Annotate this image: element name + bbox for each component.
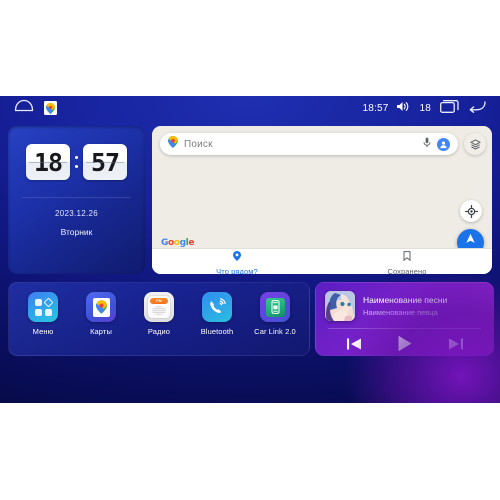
app-radio-label: Радио [147, 327, 171, 336]
navigation-arrow-icon [465, 231, 476, 249]
bluetooth-phone-icon [202, 292, 232, 322]
app-dock-row: Меню Карты FM Радио Bluetooth Car Link 2… [9, 283, 309, 355]
tab-nearby[interactable]: Что рядом? [152, 249, 322, 274]
next-track-button[interactable] [448, 337, 464, 351]
map-bottom-tabs: Что рядом? Сохранено [152, 248, 492, 274]
tab-nearby-label: Что рядом? [216, 266, 258, 275]
app-car-link[interactable]: Car Link 2.0 [248, 292, 302, 336]
previous-track-button[interactable] [346, 337, 362, 351]
music-player-widget[interactable]: Наименование песни Наименование певца [315, 282, 494, 356]
play-button[interactable] [397, 335, 413, 352]
bookmark-icon [403, 248, 411, 266]
map-pin-icon [168, 135, 178, 153]
status-time: 18:57 [362, 102, 389, 114]
home-icon[interactable] [14, 99, 34, 117]
recent-apps-icon[interactable] [440, 100, 459, 116]
app-dock-widget: Меню Карты FM Радио Bluetooth Car Link 2… [8, 282, 310, 356]
maps-widget[interactable]: Поиск Google Что рядом? Сохранено [152, 126, 492, 274]
location-pin-icon [233, 248, 241, 266]
tab-saved[interactable]: Сохранено [322, 249, 492, 274]
map-layers-button[interactable] [464, 133, 486, 155]
song-title: Наименование песни [363, 295, 448, 305]
clock-minutes-tile: 57 [83, 144, 127, 180]
app-menu[interactable]: Меню [16, 292, 70, 336]
clock-hours-tile: 18 [26, 144, 70, 180]
microphone-icon[interactable] [423, 135, 431, 153]
map-search-bar[interactable]: Поиск [160, 133, 458, 155]
app-car-link-label: Car Link 2.0 [254, 327, 296, 336]
account-avatar-icon[interactable] [437, 137, 450, 151]
clock-colon [74, 156, 79, 168]
fm-radio-icon: FM [144, 292, 174, 322]
app-maps[interactable]: Карты [74, 292, 128, 336]
app-menu-label: Меню [32, 327, 54, 336]
app-maps-label: Карты [90, 327, 112, 336]
back-icon[interactable] [468, 100, 486, 116]
flip-clock: 18 57 [8, 126, 145, 180]
car-head-unit-screen: 18:57 18 18 57 2023.12.26 Вторник Поиск … [0, 96, 500, 403]
volume-level: 18 [419, 102, 431, 114]
clock-minutes: 57 [90, 147, 120, 177]
status-bar-right: 18:57 18 [362, 100, 500, 116]
music-metadata: Наименование песни Наименование певца [363, 295, 447, 317]
status-bar: 18:57 18 [0, 96, 500, 120]
apps-grid-icon [28, 292, 58, 322]
my-location-button[interactable] [460, 200, 482, 222]
clock-widget[interactable]: 18 57 2023.12.26 Вторник [8, 126, 145, 274]
app-radio[interactable]: FM Радио [132, 292, 186, 336]
song-artist: Наименование певца [363, 308, 438, 317]
google-maps-icon [86, 292, 116, 322]
radio-band-label: FM [150, 297, 168, 304]
app-bluetooth-label: Bluetooth [200, 327, 234, 336]
car-link-icon [260, 292, 290, 322]
google-logo: Google [161, 238, 195, 248]
clock-weekday: Вторник [60, 227, 93, 237]
status-bar-left [0, 99, 57, 117]
tab-saved-label: Сохранено [387, 266, 427, 275]
music-controls [316, 329, 493, 352]
volume-icon[interactable] [397, 101, 410, 115]
google-maps-icon[interactable] [44, 101, 57, 115]
app-bluetooth[interactable]: Bluetooth [190, 292, 244, 336]
album-art [325, 291, 355, 321]
music-info-row: Наименование песни Наименование певца [316, 283, 493, 321]
clock-divider [22, 197, 131, 198]
clock-date: 2023.12.26 [54, 209, 99, 218]
clock-hours: 18 [33, 147, 63, 177]
search-input[interactable]: Поиск [184, 139, 417, 150]
